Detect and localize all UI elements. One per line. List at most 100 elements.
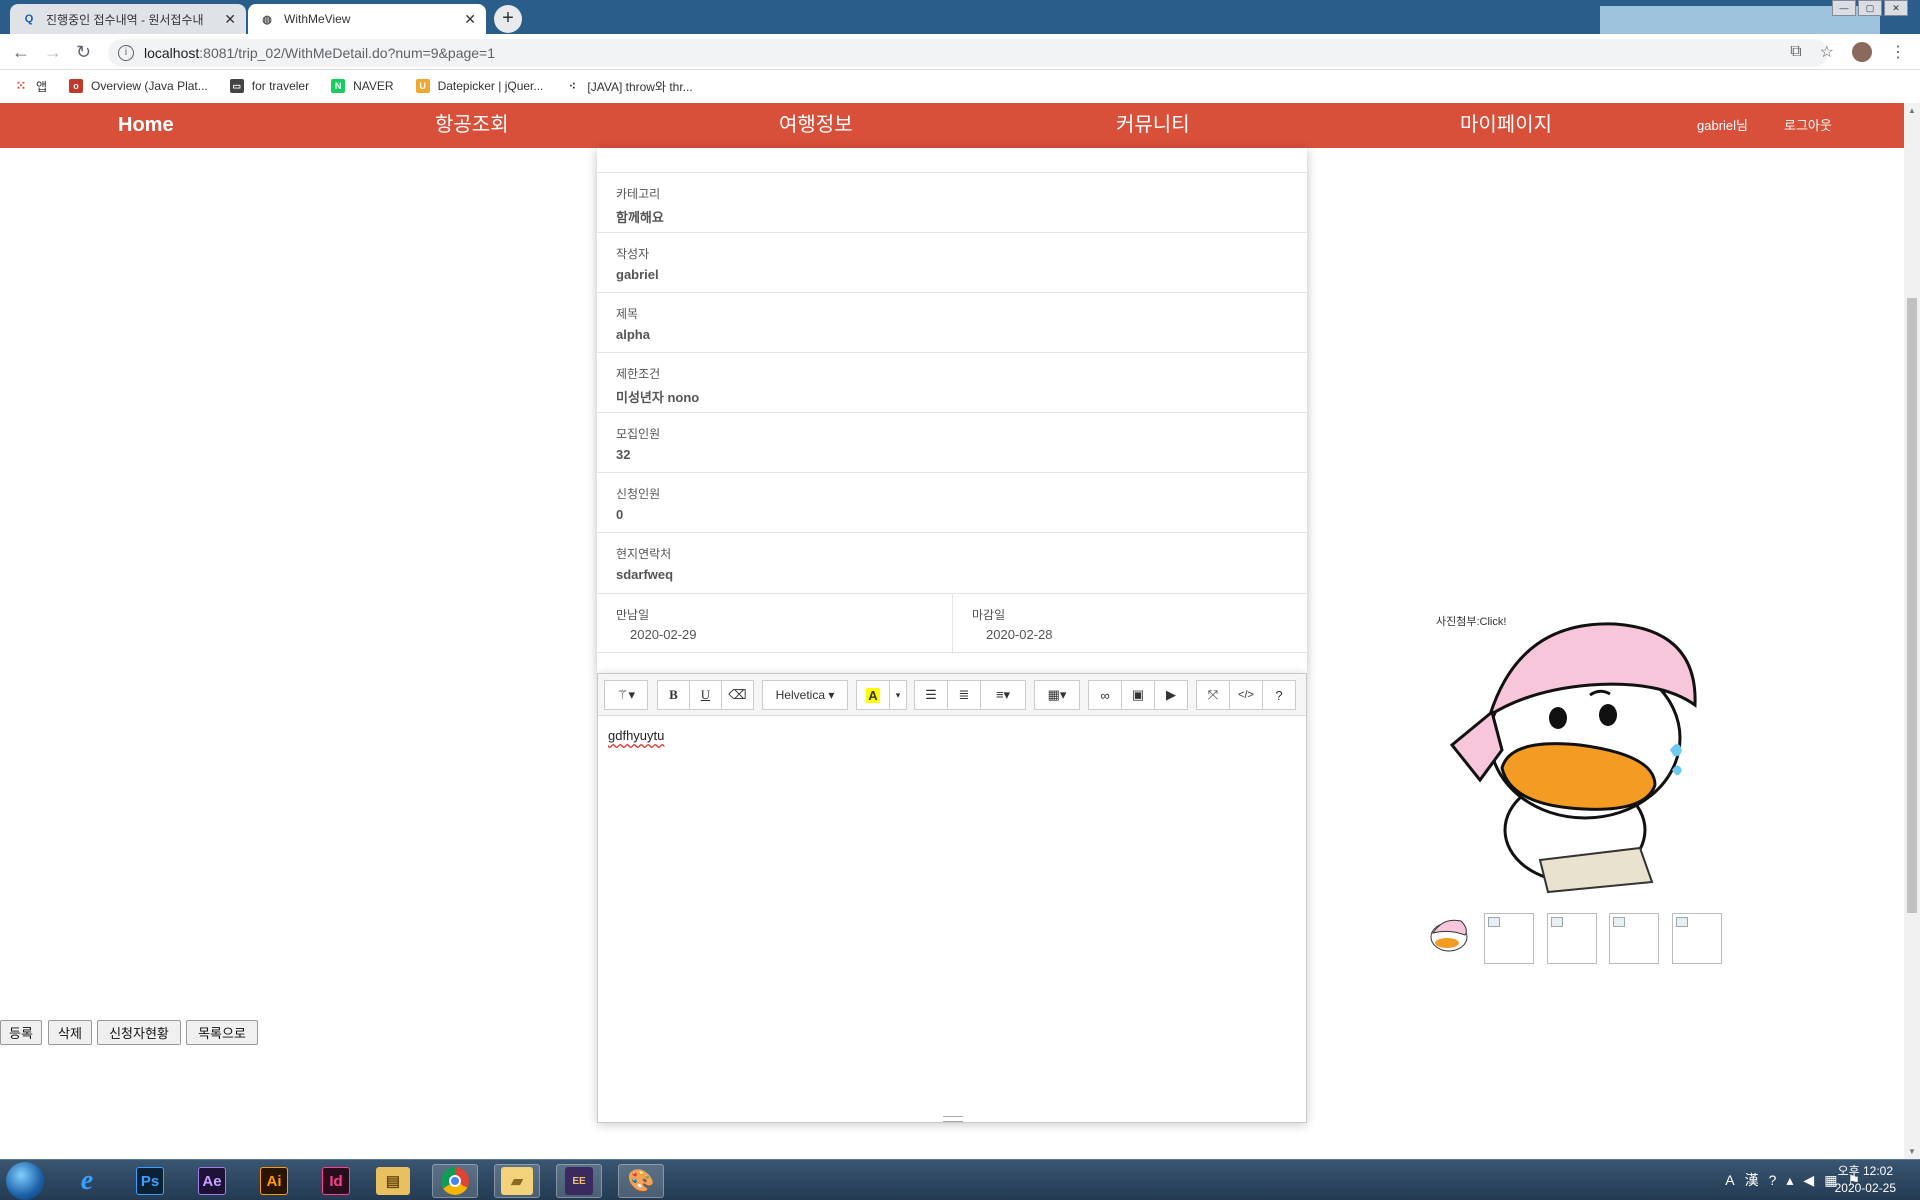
applicants-button[interactable]: 신청자현황: [97, 1020, 181, 1045]
bookmarks-bar: ⁙ 앱 o Overview (Java Plat... ▭ for trave…: [0, 70, 1920, 102]
menu-dots-icon[interactable]: ⋮: [1890, 42, 1906, 62]
thumbnail-slot-1[interactable]: [1484, 913, 1534, 964]
minimize-icon[interactable]: —: [1832, 0, 1856, 16]
paragraph-align-button[interactable]: ≡▾: [980, 680, 1026, 710]
after-effects-icon[interactable]: Ae: [189, 1164, 235, 1198]
thumbnail-slot-2[interactable]: [1547, 913, 1597, 964]
table-button[interactable]: ▦▾: [1034, 680, 1080, 710]
new-tab-button[interactable]: +: [494, 5, 522, 33]
hanja-icon[interactable]: 漢: [1745, 1170, 1759, 1190]
bookmark-star-icon[interactable]: ☆: [1820, 42, 1834, 62]
browser-tab-application-status[interactable]: Q 진행중인 접수내역 - 원서접수내 ✕: [10, 4, 246, 34]
bookmark-label: [JAVA] throw와 thr...: [587, 79, 693, 94]
code-view-button[interactable]: </>: [1229, 680, 1263, 710]
align-icon: ≡▾: [995, 687, 1011, 702]
underline-button[interactable]: U: [689, 680, 722, 710]
address-bar: ← → ↻ i localhost:8081/trip_02/WithMeDet…: [0, 34, 1920, 70]
chrome-icon[interactable]: [432, 1164, 478, 1198]
delete-button[interactable]: 삭제: [48, 1020, 92, 1045]
field-value: 함께해요: [616, 210, 664, 225]
ordered-list-button[interactable]: ≣: [947, 680, 981, 710]
meet-date-value[interactable]: 2020-02-29: [630, 627, 697, 642]
eclipse-icon[interactable]: EE: [556, 1164, 602, 1198]
naver-icon: N: [331, 79, 346, 93]
text-color-button[interactable]: A: [856, 680, 890, 710]
deadline-value[interactable]: 2020-02-28: [986, 627, 1053, 642]
content-editor: ⚚▾ B U ⌫ Helvetica ▾ A ▾ ☰ ≣ ≡▾ ▦▾ ∞ ▣ ▶…: [597, 673, 1307, 1123]
fullscreen-button[interactable]: ⤧: [1196, 680, 1230, 710]
duck-illustration[interactable]: [1440, 620, 1700, 900]
profile-avatar[interactable]: [1852, 42, 1872, 62]
page-scrollbar[interactable]: ▲ ▼: [1904, 103, 1920, 1159]
volume-icon[interactable]: ◀: [1803, 1172, 1814, 1189]
reload-icon[interactable]: ↻: [76, 42, 91, 63]
back-arrow-icon[interactable]: ←: [12, 42, 30, 63]
editor-content[interactable]: gdfhyuytu: [608, 728, 664, 743]
window-close-icon[interactable]: ✕: [1884, 0, 1908, 16]
thumbnail-slot-3[interactable]: [1609, 913, 1659, 964]
nav-logout[interactable]: 로그아웃: [1784, 103, 1832, 148]
bookmark-naver[interactable]: N NAVER: [331, 79, 394, 93]
thumbnail-duck[interactable]: [1425, 913, 1475, 964]
bookmark-datepicker[interactable]: U Datepicker | jQuer...: [415, 79, 543, 93]
input-method-icon[interactable]: A: [1725, 1172, 1734, 1188]
nav-flight[interactable]: 항공조회: [435, 103, 509, 148]
nav-travel-info[interactable]: 여행정보: [779, 103, 853, 148]
url-input[interactable]: i localhost:8081/trip_02/WithMeDetail.do…: [108, 39, 1828, 67]
link-button[interactable]: ∞: [1088, 680, 1122, 710]
field-category: 카테고리 함께해요: [597, 172, 1307, 232]
maximize-icon[interactable]: ▢: [1858, 0, 1882, 16]
close-tab-icon[interactable]: ✕: [464, 11, 476, 28]
detail-panel: 카테고리 함께해요 작성자 gabriel 제목 alpha 제한조건 미성년자…: [597, 148, 1307, 673]
start-button[interactable]: [6, 1162, 44, 1200]
folder-icon[interactable]: ▰: [494, 1164, 540, 1198]
indesign-icon[interactable]: Id: [313, 1164, 359, 1198]
bookmark-java-overview[interactable]: o Overview (Java Plat...: [69, 79, 208, 93]
font-family-select[interactable]: Helvetica ▾: [762, 680, 848, 710]
back-to-list-button[interactable]: 목록으로: [186, 1020, 258, 1045]
scrollbar-thumb[interactable]: [1907, 298, 1917, 913]
browser-tab-withmeview[interactable]: ◍ WithMeView ✕: [248, 4, 486, 34]
underline-icon: U: [700, 687, 711, 702]
translate-icon[interactable]: ⧉: [1790, 43, 1801, 61]
scroll-down-arrow-icon[interactable]: ▼: [1908, 1147, 1916, 1156]
unordered-list-button[interactable]: ☰: [914, 680, 948, 710]
nav-user-name: gabriel님: [1697, 118, 1748, 133]
link-icon: ∞: [1100, 687, 1110, 703]
file-explorer-icon[interactable]: ▤: [370, 1164, 416, 1198]
help-tray-icon[interactable]: ?: [1769, 1172, 1777, 1188]
font-family-value: Helvetica: [775, 688, 825, 702]
help-button[interactable]: ?: [1262, 680, 1296, 710]
clear-format-button[interactable]: ⌫: [721, 680, 754, 710]
video-button[interactable]: ▶: [1154, 680, 1188, 710]
nav-community[interactable]: 커뮤니티: [1116, 103, 1190, 148]
bookmark-for-traveler[interactable]: ▭ for traveler: [229, 79, 309, 93]
bookmark-apps[interactable]: ⁙ 앱: [14, 78, 48, 95]
close-tab-icon[interactable]: ✕: [224, 11, 236, 28]
taskbar-clock[interactable]: 오후 12:02 2020-02-25: [1835, 1163, 1896, 1197]
show-hidden-icon[interactable]: ▴: [1786, 1172, 1793, 1189]
image-button[interactable]: ▣: [1121, 680, 1155, 710]
bold-icon: B: [669, 687, 678, 702]
nav-mypage[interactable]: 마이페이지: [1460, 103, 1552, 148]
text-color-dropdown[interactable]: ▾: [889, 680, 907, 710]
register-button[interactable]: 등록: [0, 1020, 42, 1045]
nav-home[interactable]: Home: [118, 103, 174, 148]
ie-icon[interactable]: e: [64, 1164, 110, 1198]
info-icon[interactable]: i: [118, 45, 134, 61]
field-value: gabriel: [616, 267, 659, 282]
paint-icon[interactable]: 🎨: [618, 1164, 664, 1198]
window-icon: ▭: [229, 79, 244, 93]
broken-image-icon: [1488, 917, 1500, 927]
tab-title: WithMeView: [284, 12, 351, 26]
scroll-up-arrow-icon[interactable]: ▲: [1908, 106, 1916, 115]
editor-resize-handle[interactable]: [943, 1116, 963, 1122]
photoshop-icon[interactable]: Ps: [127, 1164, 173, 1198]
field-label: 제한조건: [616, 367, 661, 381]
forward-arrow-icon[interactable]: →: [44, 42, 62, 63]
illustrator-icon[interactable]: Ai: [251, 1164, 297, 1198]
bold-button[interactable]: B: [657, 680, 690, 710]
style-wand-button[interactable]: ⚚▾: [604, 680, 648, 710]
thumbnail-slot-4[interactable]: [1672, 913, 1722, 964]
bookmark-java-throw[interactable]: ⁖ [JAVA] throw와 thr...: [565, 78, 693, 95]
